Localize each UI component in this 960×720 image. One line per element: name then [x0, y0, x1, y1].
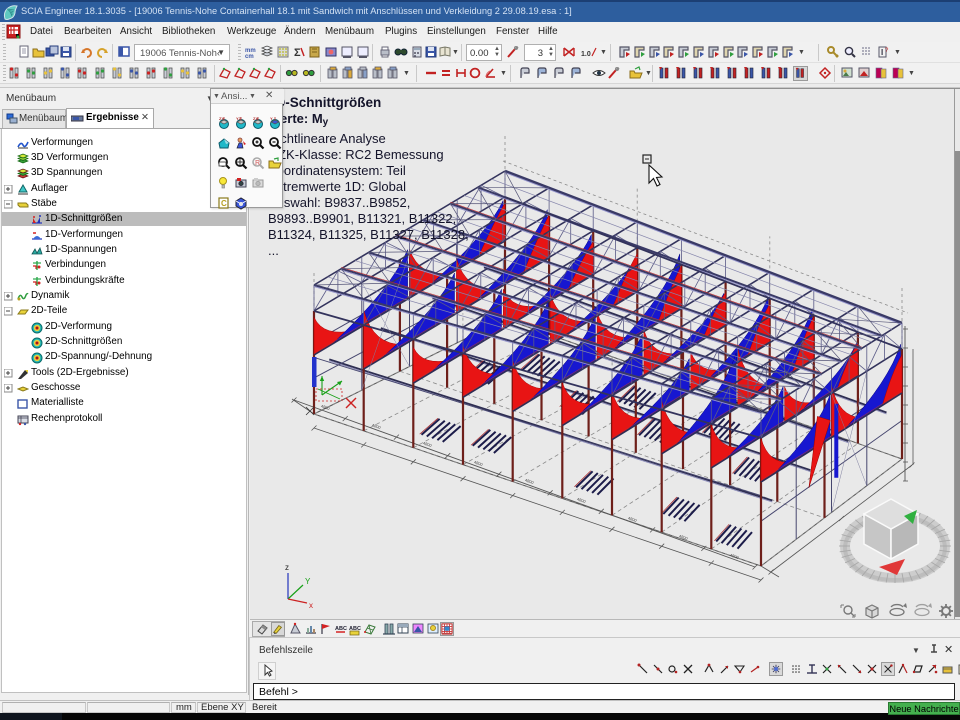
svg-text:R: R — [255, 160, 260, 167]
svg-text:4800: 4800 — [729, 552, 740, 560]
svg-text:Σ: Σ — [294, 47, 301, 59]
svg-text:1.0: 1.0 — [581, 51, 591, 58]
svg-text:Y: Y — [305, 577, 311, 586]
svg-text:Y: Y — [270, 116, 273, 121]
svg-text:C: C — [221, 199, 227, 208]
svg-text:I: I — [881, 48, 883, 57]
svg-text:x: x — [309, 601, 313, 610]
svg-text:ABC: ABC — [335, 626, 347, 632]
svg-text:z: z — [285, 563, 289, 572]
svg-text:4800: 4800 — [371, 422, 382, 430]
svg-text:cm: cm — [245, 54, 254, 60]
svg-text:?: ? — [885, 48, 889, 54]
svg-text:4800: 4800 — [473, 459, 484, 467]
